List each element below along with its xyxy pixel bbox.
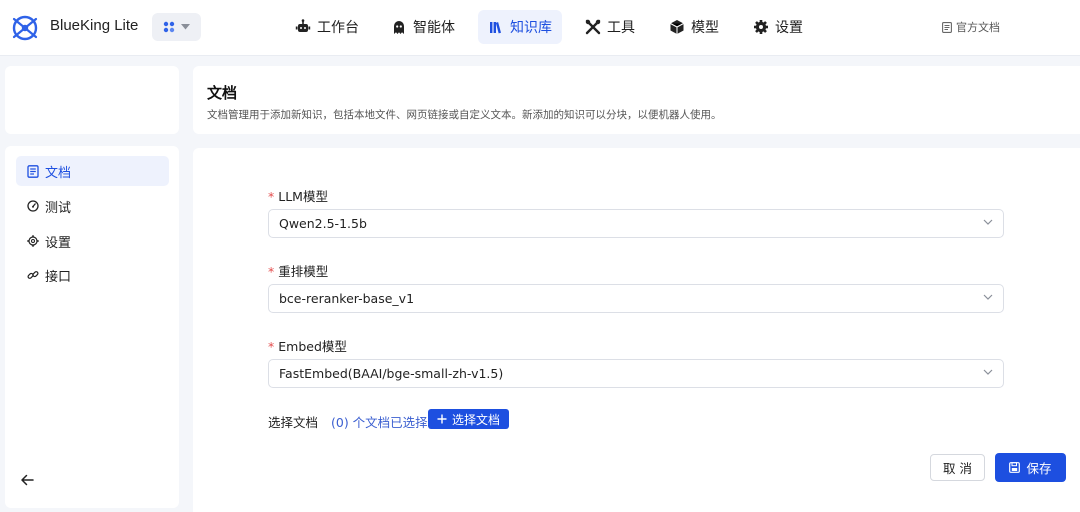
nav-agents[interactable]: 智能体 [381,10,465,44]
nav-knowledge-base[interactable]: 知识库 [478,10,562,44]
selected-documents-count[interactable]: (0) 个文档已选择 [331,412,428,431]
plus-icon [437,414,447,424]
app-switcher[interactable] [152,13,201,41]
sidebar-item-documents[interactable]: 文档 [16,156,169,186]
nav-label: 设置 [775,20,803,36]
page-header: 文档 文档管理用于添加新知识，包括本地文件、网页链接或自定义文本。新添加的知识可… [193,66,1080,134]
select-documents-label: 选择文档 [268,415,319,430]
nav-label: 智能体 [413,20,455,36]
rerank-model-value: bce-reranker-base_v1 [279,291,415,306]
embed-model-label-text: Embed模型 [278,339,347,354]
gear-icon [754,20,768,34]
nav-workbench[interactable]: 工作台 [285,10,369,44]
chevron-down-icon [983,219,993,225]
llm-model-label: * LLM模型 [268,186,328,205]
chevron-down-icon [983,369,993,375]
page-title: 文档 [207,84,238,102]
knowledge-info-panel [5,66,179,134]
required-mark: * [268,189,275,204]
link-icon [27,271,39,279]
robot-icon [295,19,311,32]
rerank-model-label: * 重排模型 [268,261,328,280]
nav-label: 模型 [691,20,719,36]
select-documents-button[interactable]: 选择文档 [428,409,509,429]
sidebar-item-settings[interactable]: 设置 [16,226,169,256]
sidebar: 文档 测试 设置 接口 [5,146,179,508]
blueking-logo-icon[interactable] [10,13,40,43]
nav-label: 工作台 [317,20,359,36]
sidebar-item-api[interactable]: 接口 [16,260,169,290]
rerank-model-label-text: 重排模型 [278,264,329,279]
nav-tools[interactable]: 工具 [575,10,645,44]
chevron-down-icon [983,294,993,300]
caret-down-icon [181,24,190,30]
apps-icon [163,21,175,33]
document-icon [942,21,952,33]
sidebar-item-testing[interactable]: 测试 [16,191,169,221]
cancel-button[interactable]: 取 消 [930,454,985,481]
required-mark: * [268,264,275,279]
required-mark: * [268,339,275,354]
llm-model-label-text: LLM模型 [278,189,328,204]
document-settings-form: * LLM模型 Qwen2.5-1.5b * 重排模型 bce-reranker-b… [193,148,1080,512]
official-docs-link[interactable]: 官方文档 [942,19,1000,35]
sidebar-item-label: 文档 [45,165,72,181]
document-icon [27,164,39,178]
nav-settings[interactable]: 设置 [743,10,813,44]
cancel-button-label: 取 消 [943,461,972,476]
app-title: BlueKing Lite [50,17,139,34]
collapse-sidebar-icon[interactable] [19,472,35,488]
nav-label: 工具 [607,20,635,36]
sidebar-item-label: 接口 [45,269,72,285]
page-description: 文档管理用于添加新知识，包括本地文件、网页链接或自定义文本。新添加的知识可以分块… [207,109,722,121]
rerank-model-select[interactable]: bce-reranker-base_v1 [268,284,1004,313]
select-documents-button-label: 选择文档 [451,412,500,427]
save-button[interactable]: 保存 [995,453,1066,482]
ghost-icon [394,21,404,34]
llm-model-value: Qwen2.5-1.5b [279,216,367,231]
cube-icon [670,20,684,34]
nav-models[interactable]: 模型 [659,10,729,44]
save-button-label: 保存 [1026,461,1052,476]
gauge-icon [27,200,39,212]
books-icon [490,22,501,34]
embed-model-value: FastEmbed(BAAI/bge-small-zh-v1.5) [279,366,504,381]
sidebar-item-label: 设置 [45,235,72,251]
embed-model-select[interactable]: FastEmbed(BAAI/bge-small-zh-v1.5) [268,359,1004,388]
nav-label: 知识库 [510,20,552,36]
top-bar: BlueKing Lite 工作台 智能体 知识库 工具 模型 设置 官方文档 [0,0,1080,56]
llm-model-select[interactable]: Qwen2.5-1.5b [268,209,1004,238]
save-icon [1009,462,1021,473]
official-docs-label: 官方文档 [956,21,1000,34]
gear-icon [27,235,39,247]
tools-icon [585,19,601,35]
embed-model-label: * Embed模型 [268,336,347,355]
sidebar-item-label: 测试 [45,200,72,216]
